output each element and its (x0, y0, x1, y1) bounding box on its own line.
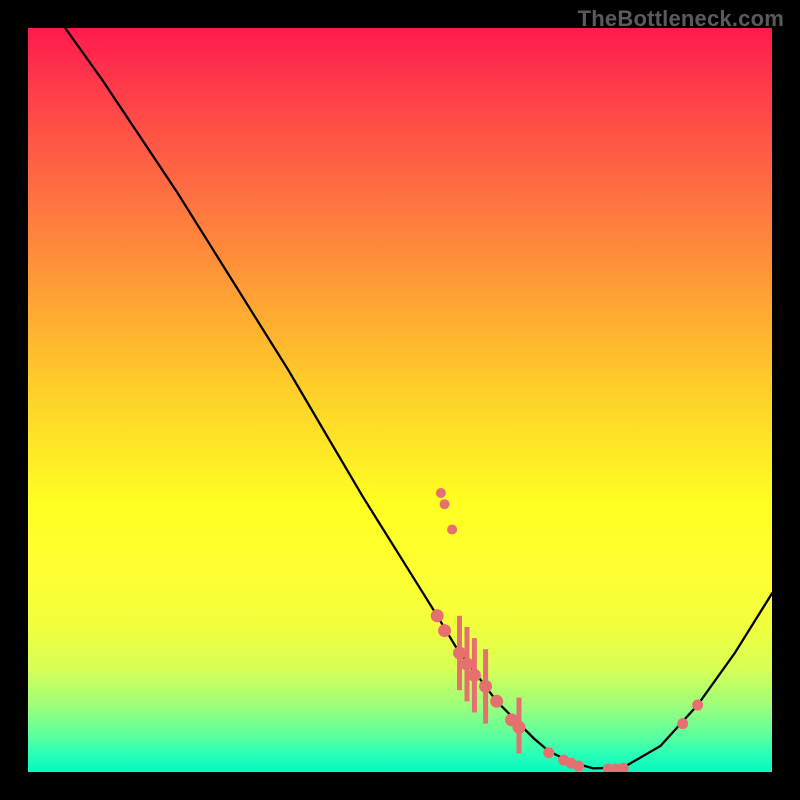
data-marker (447, 525, 457, 535)
tick-bars (457, 616, 522, 754)
data-marker (431, 609, 444, 622)
tick-bar (472, 638, 477, 712)
data-marker (573, 761, 584, 772)
plot-area (28, 28, 772, 772)
data-marker (513, 721, 526, 734)
data-markers (431, 488, 703, 772)
tick-bar (457, 616, 462, 690)
data-marker (543, 747, 554, 758)
data-marker (610, 764, 621, 773)
data-marker (505, 713, 518, 726)
chart-svg (28, 28, 772, 772)
tick-bar (483, 649, 488, 723)
data-marker (438, 624, 451, 637)
bottleneck-curve (65, 28, 772, 768)
data-marker (479, 680, 492, 693)
data-marker (558, 755, 569, 766)
chart-container: { "watermark": "TheBottleneck.com", "cha… (0, 0, 800, 800)
tick-bar (517, 698, 522, 754)
data-marker (692, 700, 703, 711)
data-marker (453, 647, 466, 660)
data-marker (490, 695, 503, 708)
data-marker (461, 658, 474, 671)
data-marker (440, 499, 450, 509)
data-marker (677, 718, 688, 729)
data-marker (618, 763, 629, 772)
data-marker (468, 669, 481, 682)
data-marker (603, 764, 614, 773)
tick-bar (465, 627, 470, 701)
data-marker (436, 488, 446, 498)
data-marker (566, 758, 577, 769)
